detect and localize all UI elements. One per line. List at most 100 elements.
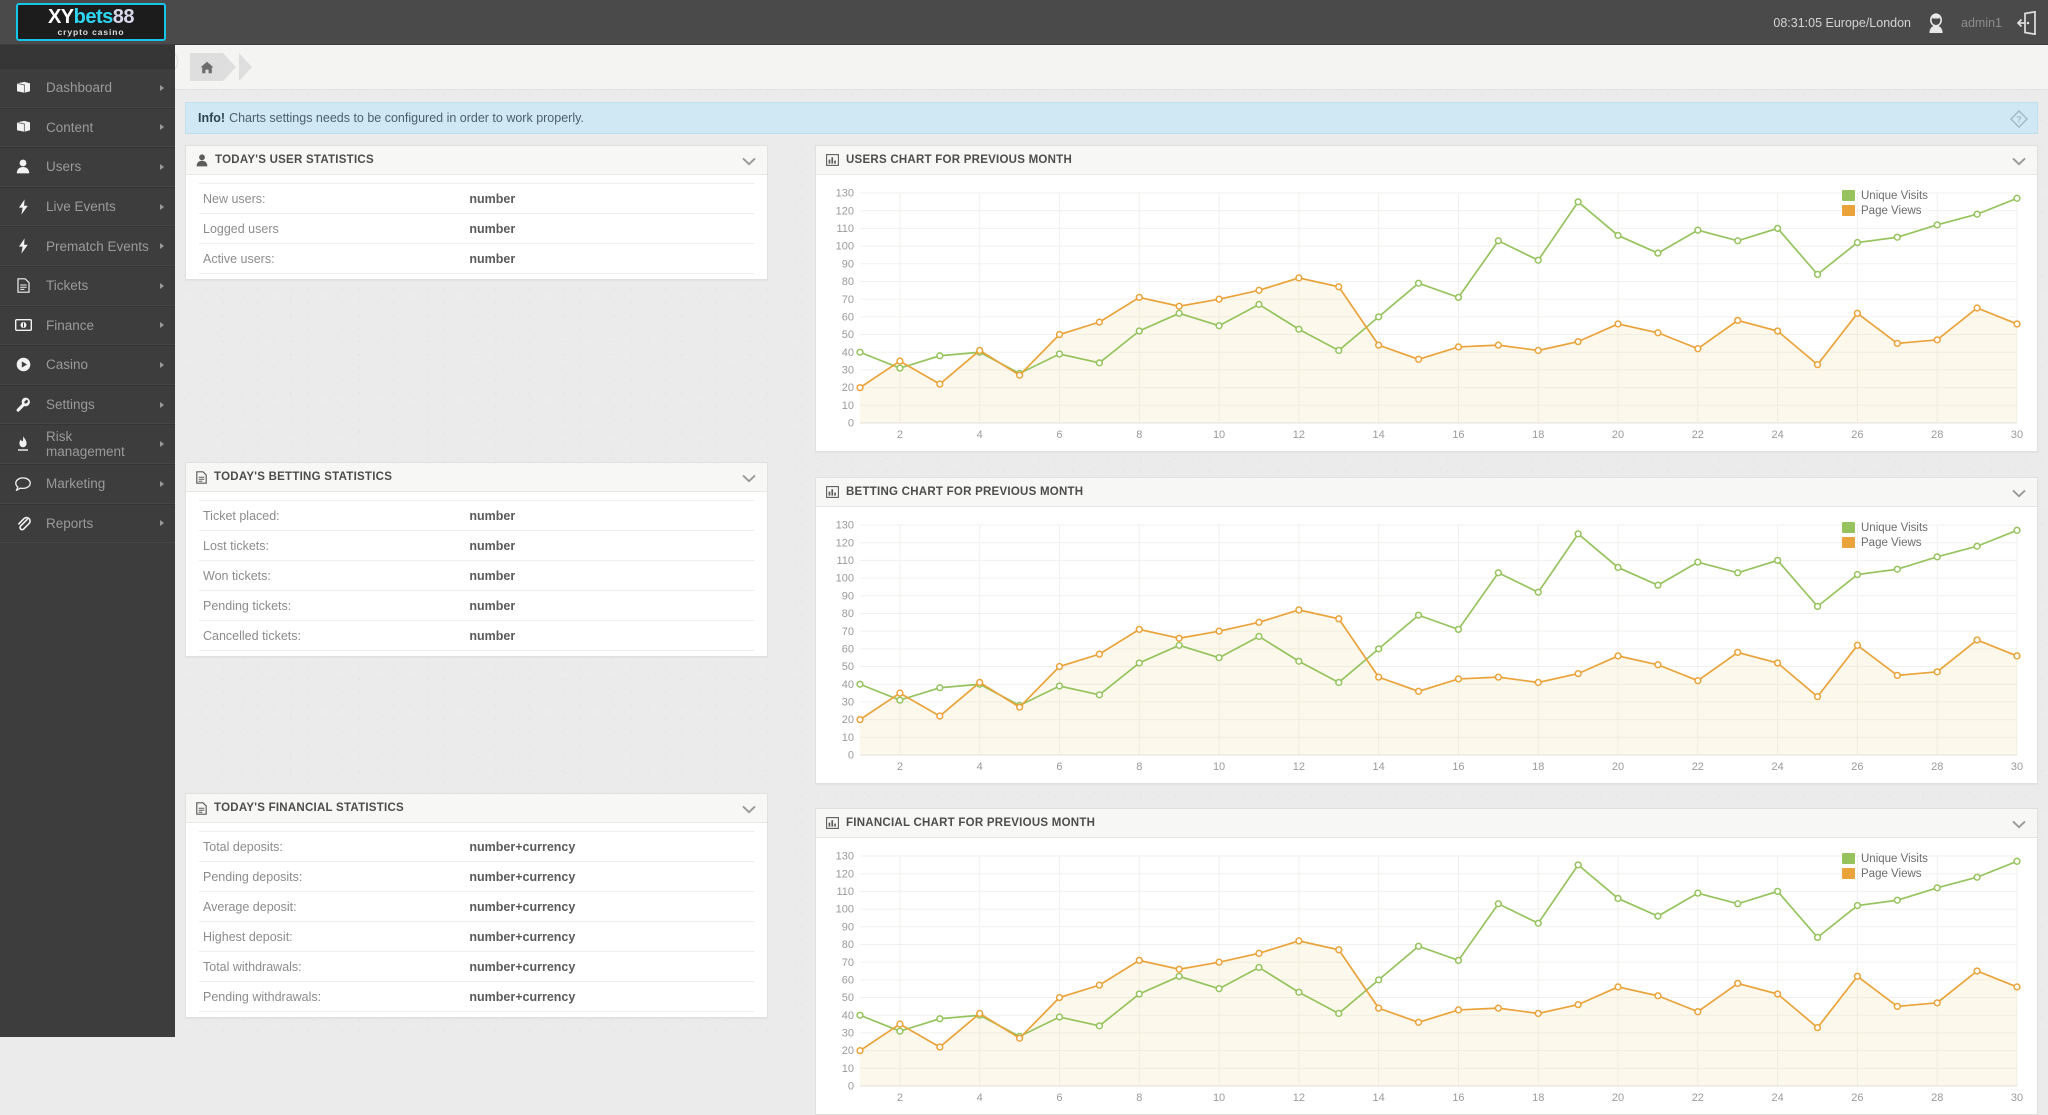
username-label[interactable]: admin1 (1961, 16, 2002, 30)
app-logo[interactable]: XYbets88 crypto casino (16, 3, 166, 41)
sidebar-item-reports[interactable]: Reports (0, 503, 175, 544)
chevron-down-icon[interactable] (2009, 814, 2029, 834)
content-area: Info! Charts settings needs to be config… (151, 45, 2048, 1115)
bar-chart-icon (826, 154, 839, 166)
svg-text:28: 28 (1931, 761, 1943, 773)
svg-text:6: 6 (1056, 761, 1062, 773)
flame-icon (0, 436, 46, 452)
chevron-right-icon (149, 203, 175, 210)
chevron-right-icon (149, 163, 175, 170)
sidebar-item-users[interactable]: Users (0, 147, 175, 187)
info-alert-strong: Info! (198, 111, 226, 125)
financial-line-chart[interactable]: 01020304050607080901001101201302 4 6 8 10 12 1… (824, 848, 2029, 1110)
svg-text:110: 110 (836, 886, 854, 898)
svg-text:30: 30 (2011, 761, 2023, 773)
svg-text:70: 70 (842, 294, 854, 306)
home-icon (200, 61, 213, 73)
svg-text:16: 16 (1452, 429, 1464, 441)
question-mark-icon[interactable]: ? (2009, 109, 2029, 129)
table-row: New users: number (199, 183, 754, 214)
stat-label: Logged users (203, 221, 279, 236)
sidebar-item-casino[interactable]: Casino (0, 345, 175, 385)
chevron-right-icon (149, 480, 175, 487)
svg-text:60: 60 (842, 311, 854, 323)
svg-text:4: 4 (977, 1092, 983, 1104)
sidebar-item-risk-management[interactable]: Risk management (0, 424, 175, 464)
chevron-down-icon[interactable] (2009, 151, 2029, 171)
sidebar-top-strip (0, 45, 175, 68)
table-row: Highest deposit: number+currency (199, 922, 754, 952)
svg-text:Page Views: Page Views (1861, 537, 1922, 549)
stat-label: Total withdrawals: (203, 959, 302, 974)
chart-body: 0 10 20 30 40 50 60 70 80 90 100 110 120 130 2 4 6 8 10 12 1… (816, 838, 2037, 1114)
svg-text:28: 28 (1931, 429, 1943, 441)
sidebar-item-settings[interactable]: Settings (0, 384, 175, 425)
panel-body: New users: number Logged users number Active… (186, 175, 767, 279)
stat-value: number (469, 251, 516, 266)
chevron-down-icon[interactable] (739, 799, 759, 819)
svg-text:12: 12 (1293, 429, 1305, 441)
sidebar-item-dashboard[interactable]: Dashboard (0, 68, 175, 108)
wrench-icon (0, 397, 46, 413)
svg-text:10: 10 (1213, 761, 1225, 773)
svg-text:Page Views: Page Views (1861, 205, 1922, 217)
svg-text:24: 24 (1771, 1092, 1783, 1104)
svg-text:90: 90 (842, 590, 854, 602)
svg-text:80: 80 (842, 939, 854, 951)
svg-text:20: 20 (842, 1045, 854, 1057)
table-row: Pending withdrawals: number+currency (199, 982, 754, 1012)
betting-line-chart[interactable]: 01020304050607080901001101201302 4 6 8 10 12 1… (824, 517, 2029, 779)
table-row: Lost tickets: number (199, 531, 754, 561)
svg-text:100: 100 (836, 573, 854, 585)
logout-icon[interactable] (2016, 10, 2038, 35)
svg-text:40: 40 (842, 347, 854, 359)
table-row: Active users: number (199, 244, 754, 274)
panel-betting-chart: BETTING CHART FOR PREVIOUS MONTH 0 10 20 30… (815, 477, 2038, 784)
breadcrumb-home-link[interactable] (190, 53, 223, 81)
chevron-down-icon[interactable] (739, 151, 759, 171)
svg-text:26: 26 (1851, 1092, 1863, 1104)
chevron-right-icon (149, 84, 175, 91)
book-icon (0, 81, 46, 95)
stat-label: Pending deposits: (203, 869, 303, 884)
panel-header: FINANCIAL CHART FOR PREVIOUS MONTH (816, 809, 2037, 838)
chevron-right-icon (149, 361, 175, 368)
sidebar-menu: Dashboard Content Users Live Events Prematch… (0, 68, 175, 544)
chart-body: 0 10 20 30 40 50 60 70 80 90 100 110 120 130 2 4 6 8 10 12 1… (816, 507, 2037, 783)
breadcrumb-chevron-2 (239, 53, 252, 81)
svg-text:2: 2 (897, 761, 903, 773)
svg-text:80: 80 (842, 608, 854, 620)
sidebar-item-tickets[interactable]: Tickets (0, 265, 175, 306)
chevron-right-icon (149, 124, 175, 131)
sidebar-item-prematch-events[interactable]: Prematch Events (0, 226, 175, 266)
panel-body: Total deposits: number+currency Pending de… (186, 823, 767, 1017)
chevron-down-icon[interactable] (739, 468, 759, 488)
svg-text:70: 70 (842, 957, 854, 969)
table-row: Logged users number (199, 214, 754, 244)
sidebar-item-label: Prematch Events (46, 238, 149, 254)
svg-text:18: 18 (1532, 429, 1544, 441)
chevron-right-icon (149, 441, 175, 448)
svg-text:10: 10 (1213, 1092, 1225, 1104)
header-right-group: 08:31:05 Europe/London admin1 (1773, 0, 2038, 45)
stat-label: Pending withdrawals: (203, 989, 322, 1004)
sidebar-item-finance[interactable]: Finance (0, 305, 175, 346)
sidebar-item-live-events[interactable]: Live Events (0, 186, 175, 227)
stat-value: number+currency (469, 869, 576, 884)
svg-text:30: 30 (842, 697, 854, 709)
sidebar-item-content[interactable]: Content (0, 107, 175, 148)
play-circle-icon (0, 357, 46, 372)
svg-text:22: 22 (1692, 761, 1704, 773)
user-avatar-icon[interactable] (1925, 12, 1947, 34)
sidebar-item-marketing[interactable]: Marketing (0, 463, 175, 504)
svg-text:80: 80 (842, 276, 854, 288)
users-line-chart[interactable]: 01020304050607080901001101201302 4 6 8 10 12 1… (824, 185, 2029, 447)
document-icon (196, 470, 207, 484)
svg-text:18: 18 (1532, 1092, 1544, 1104)
svg-text:4: 4 (977, 429, 983, 441)
stat-value: number+currency (469, 899, 576, 914)
financial-stats-table: Total deposits: number+currency Pending de… (199, 831, 754, 1012)
document-icon (0, 278, 46, 294)
panel-today-betting-statistics: TODAY's BETTING STATISTICS Ticket placed… (185, 462, 768, 657)
chevron-down-icon[interactable] (2009, 483, 2029, 503)
